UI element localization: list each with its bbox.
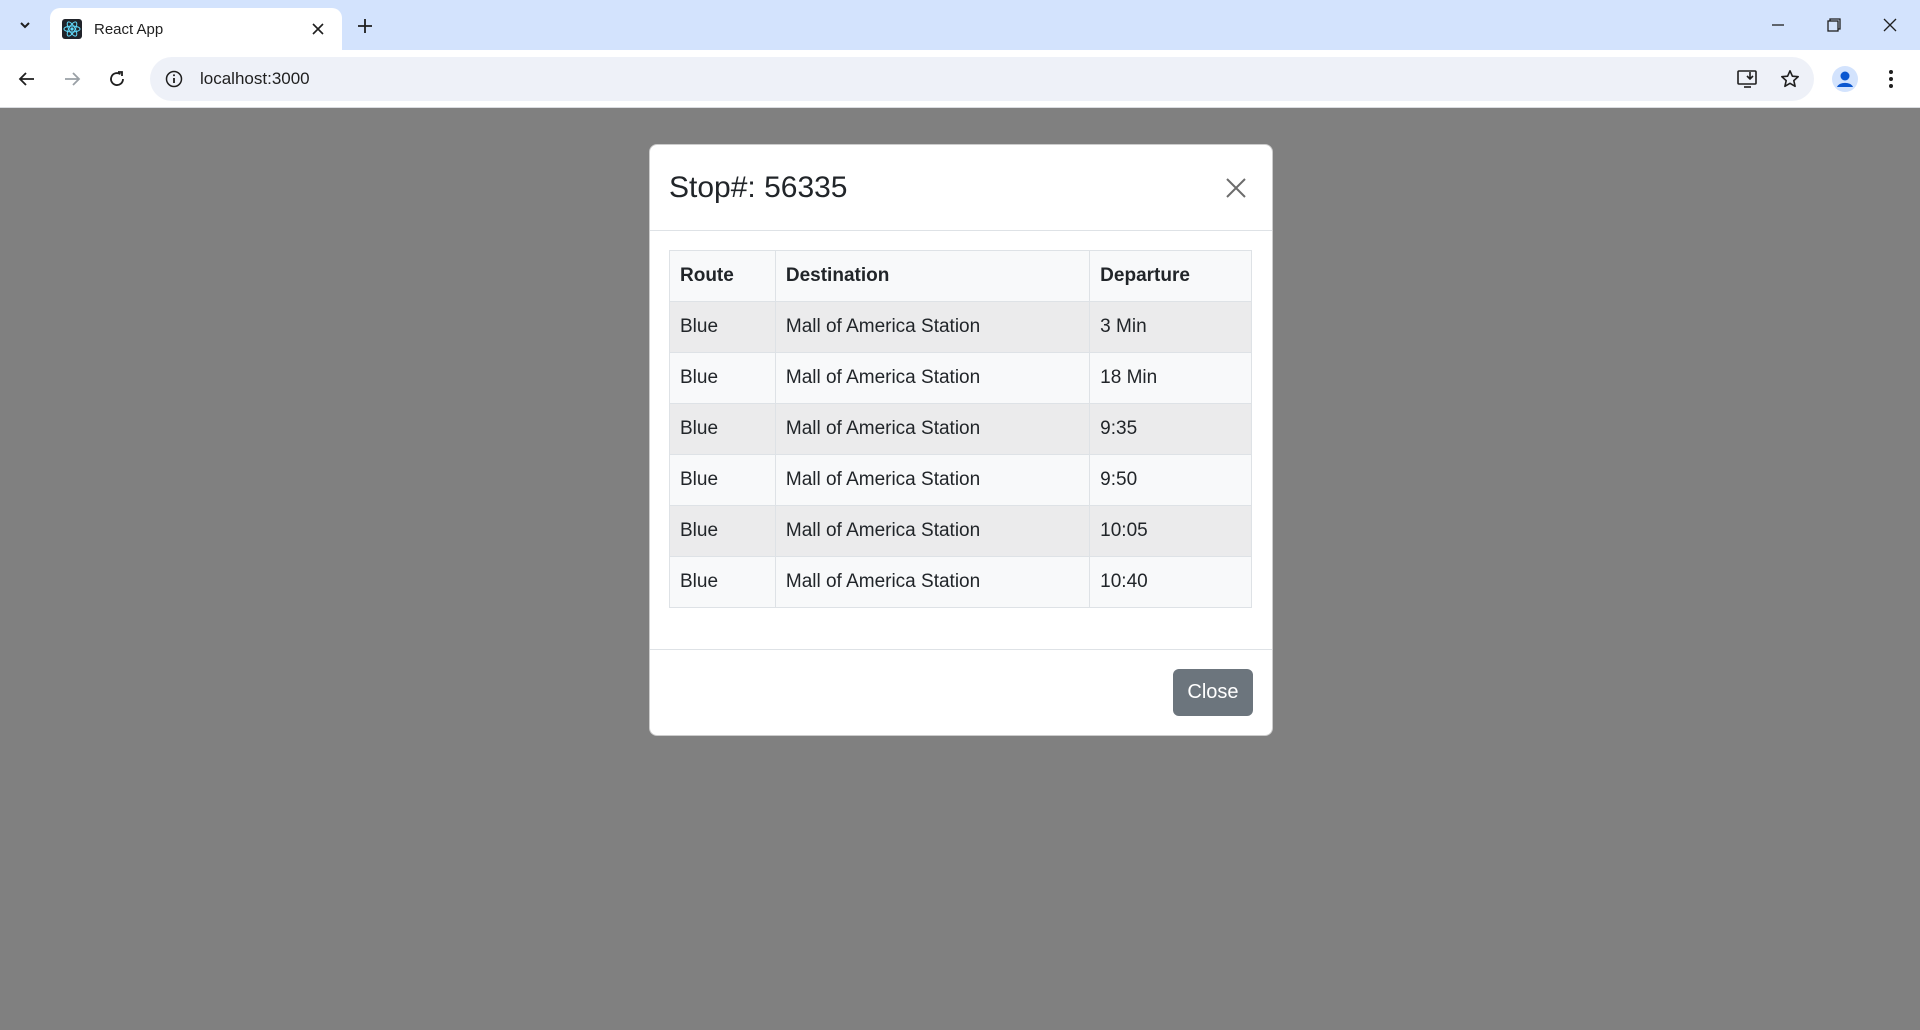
route-cell: Blue <box>669 454 776 506</box>
departures-table: Route Destination Departure Blue Mall of… <box>669 250 1252 608</box>
destination-cell: Mall of America Station <box>774 403 1091 455</box>
column-header-departure: Departure <box>1089 250 1252 302</box>
column-header-route: Route <box>669 250 776 302</box>
back-button[interactable] <box>9 61 45 97</box>
react-logo-icon <box>62 19 82 39</box>
tab-close-button[interactable] <box>306 17 330 41</box>
destination-cell: Mall of America Station <box>774 301 1091 353</box>
reload-icon <box>110 71 124 86</box>
browser-menu-button[interactable] <box>1874 62 1908 96</box>
table-row: Blue Mall of America Station 18 Min <box>669 352 1252 404</box>
modal-header: Stop#: 56335 <box>650 145 1272 231</box>
route-cell: Blue <box>669 352 776 404</box>
route-cell: Blue <box>669 556 776 608</box>
modal-title: Stop#: 56335 <box>669 170 848 204</box>
departure-cell: 10:40 <box>1089 556 1252 608</box>
stop-modal: Stop#: 56335 Route Destination Departure… <box>649 144 1273 736</box>
install-app-icon <box>1737 70 1757 88</box>
route-cell: Blue <box>669 403 776 455</box>
departure-cell: 9:50 <box>1089 454 1252 506</box>
column-header-destination: Destination <box>774 250 1091 302</box>
table-row: Blue Mall of America Station 10:40 <box>669 556 1252 608</box>
address-bar[interactable]: localhost:3000 <box>150 57 1814 101</box>
table-header-row: Route Destination Departure <box>669 250 1252 302</box>
forward-button[interactable] <box>54 61 90 97</box>
destination-cell: Mall of America Station <box>774 505 1091 557</box>
restore-icon <box>1827 18 1841 32</box>
modal-backdrop[interactable]: Stop#: 56335 Route Destination Departure… <box>0 109 1920 1030</box>
destination-cell: Mall of America Station <box>774 556 1091 608</box>
url-text: localhost:3000 <box>200 69 310 88</box>
route-cell: Blue <box>669 301 776 353</box>
new-tab-button[interactable] <box>350 11 380 41</box>
profile-button[interactable] <box>1828 62 1862 96</box>
destination-cell: Mall of America Station <box>774 454 1091 506</box>
browser-toolbar: localhost:3000 <box>0 50 1920 108</box>
table-row: Blue Mall of America Station 9:35 <box>669 403 1252 455</box>
departure-cell: 3 Min <box>1089 301 1252 353</box>
departure-cell: 18 Min <box>1089 352 1252 404</box>
star-icon <box>1781 70 1799 88</box>
route-cell: Blue <box>669 505 776 557</box>
close-icon <box>312 23 324 35</box>
window-close-button[interactable] <box>1862 0 1918 50</box>
modal-body: Route Destination Departure Blue Mall of… <box>650 231 1272 651</box>
browser-tabstrip: React App <box>0 0 1920 50</box>
site-info-icon[interactable] <box>156 61 192 97</box>
tab-search-button[interactable] <box>8 8 42 42</box>
destination-cell: Mall of America Station <box>774 352 1091 404</box>
install-app-button[interactable] <box>1730 61 1766 97</box>
reload-button[interactable] <box>99 61 135 97</box>
tab-title: React App <box>94 20 164 38</box>
browser-tab[interactable]: React App <box>50 8 342 50</box>
table-row: Blue Mall of America Station 9:50 <box>669 454 1252 506</box>
restore-button[interactable] <box>1806 0 1862 50</box>
avatar-icon <box>1832 66 1858 92</box>
table-row: Blue Mall of America Station 10:05 <box>669 505 1252 557</box>
close-button[interactable]: Close <box>1173 669 1253 716</box>
close-icon <box>1883 18 1897 32</box>
minimize-button[interactable] <box>1750 0 1806 50</box>
more-vertical-icon <box>1889 70 1893 88</box>
table-row: Blue Mall of America Station 3 Min <box>669 301 1252 353</box>
bookmark-button[interactable] <box>1772 61 1808 97</box>
departure-cell: 10:05 <box>1089 505 1252 557</box>
modal-close-x-button[interactable] <box>1219 171 1253 205</box>
departure-cell: 9:35 <box>1089 403 1252 455</box>
close-icon <box>1226 177 1246 198</box>
minimize-icon <box>1772 24 1784 26</box>
chevron-down-icon <box>20 22 30 29</box>
arrow-left-icon <box>18 72 34 86</box>
modal-footer: Close <box>650 649 1272 735</box>
arrow-right-icon <box>65 72 81 86</box>
plus-icon <box>358 19 372 33</box>
